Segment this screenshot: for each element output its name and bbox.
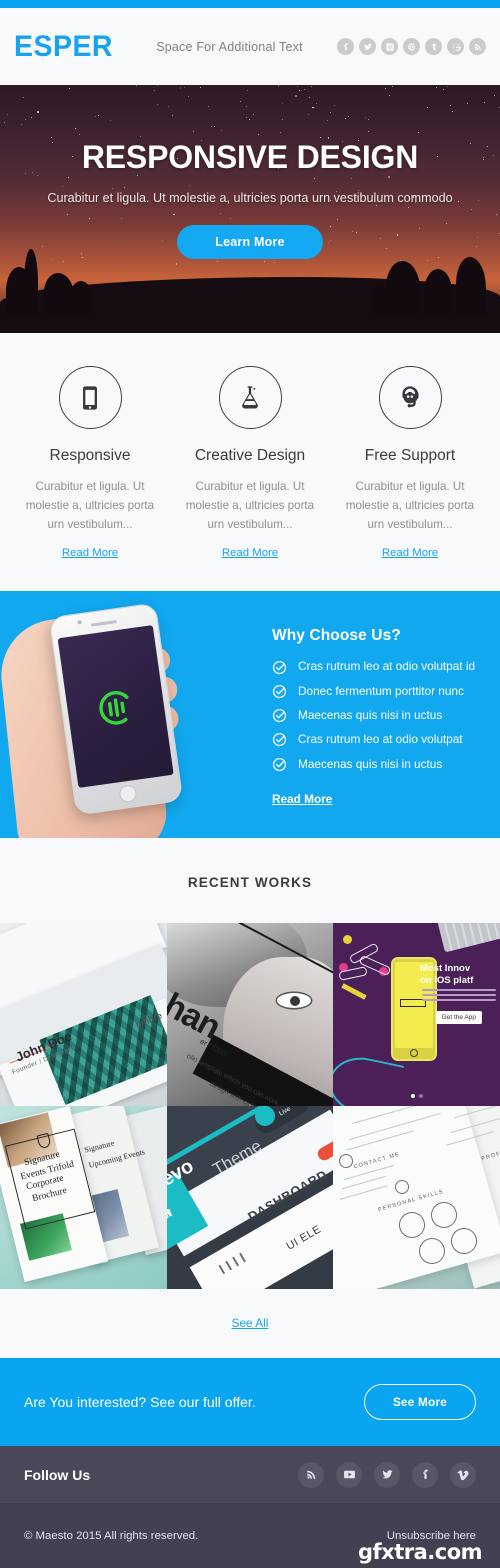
feature-card-creative-design: Creative Design Curabitur et ligula. Ut … [170,366,330,561]
check-circle-icon [272,684,287,699]
read-more-link[interactable]: Read More [382,547,438,559]
hero-subtitle: Curabitur et ligula. Ut molestie a, ultr… [0,189,500,209]
vimeo-icon[interactable] [450,1462,476,1488]
portfolio-tile-resume[interactable]: CONTACT ME PERSONAL SKILLS PROFILE [333,1106,500,1289]
footer-social-list [298,1462,476,1488]
cta-text: Are You interested? See our full offer. [24,1394,256,1410]
youtube-icon[interactable] [336,1462,362,1488]
header-tagline: Space For Additional Text [156,40,303,54]
list-item: Cras rutrum leo at odio volutpat [272,732,484,747]
benefit-text: Cras rutrum leo at odio volutpat id [298,659,475,674]
why-choose-us-title: Why Choose Us? [272,627,484,645]
see-more-button[interactable]: See More [364,1384,476,1420]
feature-title: Free Support [336,447,484,465]
list-item: Maecenas quis nisi in uctus [272,708,484,723]
copyright-text: © Maesto 2015 All rights reserved. [24,1530,198,1542]
rss-icon[interactable] [298,1462,324,1488]
recent-works-header: RECENT WORKS [0,838,500,923]
why-choose-us-section: Why Choose Us? Cras rutrum leo at odio v… [0,591,500,838]
phone-camera [77,620,82,625]
top-accent-bar [0,0,500,8]
benefit-text: Maecenas quis nisi in uctus [298,757,442,772]
list-item: Cras rutrum leo at odio volutpat id [272,659,484,674]
check-circle-icon [272,708,287,723]
learn-more-button[interactable]: Learn More [177,225,322,259]
facebook-icon[interactable] [412,1462,438,1488]
twitter-icon[interactable] [374,1462,400,1488]
facebook-icon[interactable] [337,38,354,55]
tree-silhouette [24,249,38,315]
read-more-link[interactable]: Read More [62,547,118,559]
benefit-text: Cras rutrum leo at odio volutpat [298,732,463,747]
check-circle-icon [272,757,287,772]
check-circle-icon [272,660,287,675]
tumblr-icon[interactable] [425,38,442,55]
feature-card-free-support: Free Support Curabitur et ligula. Ut mol… [330,366,490,561]
portfolio-tile-ios-app[interactable]: Most Innov on iOS platf Get the App [333,923,500,1106]
hero-banner: RESPONSIVE DESIGN Curabitur et ligula. U… [0,85,500,333]
portfolio-grid: umbre John Doe Founder / Developer han e… [0,923,500,1289]
feature-card-responsive: Responsive Curabitur et ligula. Ut moles… [10,366,170,561]
see-all-section: See All [0,1289,500,1358]
hero-title: RESPONSIVE DESIGN [0,139,500,176]
follow-us-section: Follow Us [0,1446,500,1504]
follow-us-title: Follow Us [24,1467,90,1483]
support-headset-icon [379,366,442,429]
see-all-link[interactable]: See All [232,1316,269,1330]
portfolio-tile-business-card[interactable]: umbre John Doe Founder / Developer [0,923,167,1106]
phone-home-button [118,784,137,803]
phone-screen [58,625,174,788]
carousel-pager[interactable] [411,1094,423,1098]
site-footer: © Maesto 2015 All rights reserved. Unsub… [0,1504,500,1568]
features-section: Responsive Curabitur et ligula. Ut moles… [0,333,500,591]
google-plus-icon[interactable] [447,38,464,55]
cta-banner: Are You interested? See our full offer. … [0,1358,500,1446]
iphone-home-button [410,1049,418,1057]
feature-text: Curabitur et ligula. Ut molestie a, ultr… [16,478,164,534]
feature-text: Curabitur et ligula. Ut molestie a, ultr… [176,478,324,534]
tree-silhouette [424,269,452,315]
recent-works-title: RECENT WORKS [0,875,500,890]
site-header: ESPER Space For Additional Text [0,8,500,85]
logo[interactable]: ESPER [14,32,113,62]
portfolio-tile-brochure[interactable]: Signature Upcoming Events Signature Even… [0,1106,167,1289]
tree-silhouette [70,281,92,315]
benefit-text: Maecenas quis nisi in uctus [298,708,442,723]
promo-headline-line2: on iOS platf [420,975,473,986]
portfolio-tile-portrait[interactable]: han er / CEO olio template which you can… [167,923,334,1106]
phone-speaker [91,620,117,627]
keyboard-shape [437,923,500,952]
portfolio-tile-dashboard[interactable]: Live evo Theme DASHBOARD UI ELE [167,1106,334,1289]
list-item: Maecenas quis nisi in uctus [272,757,484,772]
pinterest-icon[interactable] [403,38,420,55]
tree-silhouette [456,257,486,315]
read-more-link[interactable]: Read More [222,547,278,559]
benefit-text: Donec fermentum porttitor nunc [298,684,464,699]
watermark-text: gfxtra.com [358,1540,482,1564]
rss-icon[interactable] [469,38,486,55]
feature-title: Responsive [16,447,164,465]
mobile-icon [59,366,122,429]
flask-icon [219,366,282,429]
tree-silhouette [386,261,420,315]
pencil-shape [342,984,367,1001]
promo-headline: Most Innov on iOS platf [420,963,496,987]
promo-body-lines [422,989,496,1004]
instagram-icon[interactable] [381,38,398,55]
why-read-more-link[interactable]: Read More [272,792,332,806]
promo-headline-line1: Most Innov [420,963,470,974]
header-social-list [337,38,486,55]
list-item: Donec fermentum porttitor nunc [272,684,484,699]
app-logo-icon [91,682,141,732]
pin-dot [343,935,352,944]
hand-holding-phone-image [0,591,262,838]
check-circle-icon [272,732,287,747]
benefits-list: Cras rutrum leo at odio volutpat id Done… [272,659,484,772]
feature-title: Creative Design [176,447,324,465]
twitter-icon[interactable] [359,38,376,55]
get-the-app-button[interactable]: Get the App [436,1011,482,1024]
feature-text: Curabitur et ligula. Ut molestie a, ultr… [336,478,484,534]
